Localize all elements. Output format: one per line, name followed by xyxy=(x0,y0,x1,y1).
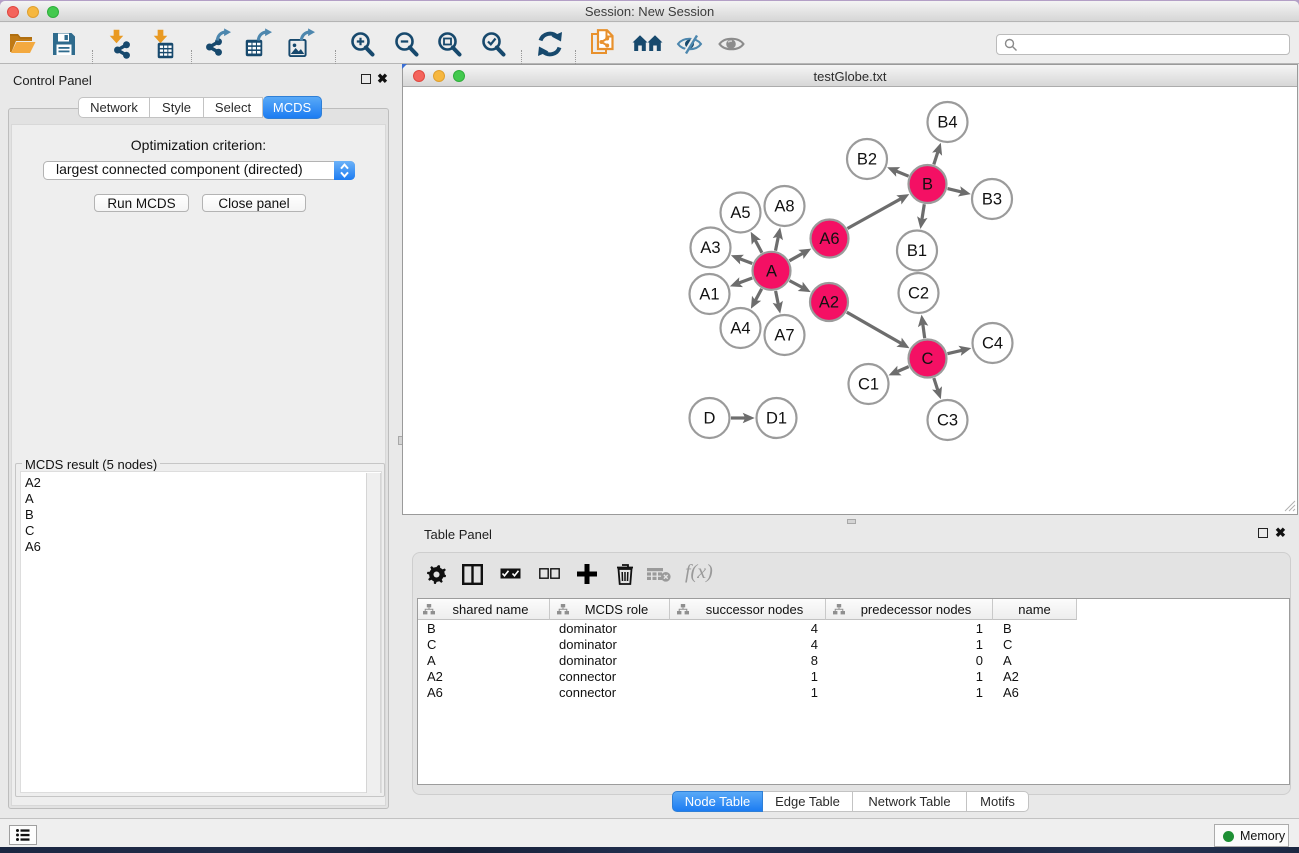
svg-text:C4: C4 xyxy=(982,335,1003,353)
svg-text:A1: A1 xyxy=(699,286,719,304)
svg-text:C2: C2 xyxy=(908,285,929,303)
svg-text:B: B xyxy=(922,176,933,194)
svg-text:A: A xyxy=(766,262,777,280)
svg-text:B2: B2 xyxy=(857,151,877,169)
svg-text:A5: A5 xyxy=(730,204,750,222)
svg-text:D: D xyxy=(704,410,716,428)
svg-text:A4: A4 xyxy=(730,320,750,338)
svg-text:A2: A2 xyxy=(819,294,839,312)
svg-text:A8: A8 xyxy=(774,198,794,216)
svg-text:C3: C3 xyxy=(937,412,958,430)
svg-text:D1: D1 xyxy=(766,410,787,428)
svg-text:C: C xyxy=(922,350,934,368)
svg-text:B3: B3 xyxy=(982,191,1002,209)
svg-text:A7: A7 xyxy=(774,327,794,345)
svg-text:A3: A3 xyxy=(700,239,720,257)
svg-text:B4: B4 xyxy=(937,114,957,132)
svg-text:C1: C1 xyxy=(858,376,879,394)
svg-text:B1: B1 xyxy=(907,242,927,260)
svg-text:A6: A6 xyxy=(819,230,839,248)
